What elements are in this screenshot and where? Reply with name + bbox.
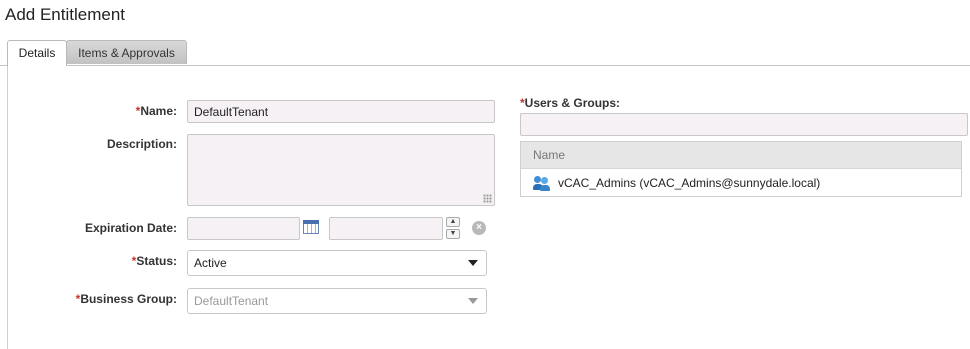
users-groups-label: *Users & Groups: — [520, 96, 620, 110]
users-icon — [533, 175, 550, 191]
spin-up-icon[interactable]: ▲ — [446, 217, 460, 227]
users-groups-label-text: Users & Groups: — [524, 96, 621, 110]
business-group-label-text: Business Group: — [80, 292, 177, 306]
business-group-value: DefaultTenant — [194, 294, 269, 308]
name-field[interactable]: DefaultTenant — [187, 100, 495, 123]
page-title: Add Entitlement — [5, 5, 126, 24]
chevron-down-icon — [468, 298, 478, 304]
tab-details[interactable]: Details — [7, 40, 67, 66]
user-group-name: vCAC_Admins (vCAC_Admins@sunnydale.local… — [558, 176, 821, 190]
description-field[interactable] — [187, 134, 495, 206]
users-groups-search-input[interactable] — [520, 113, 968, 136]
table-row[interactable]: vCAC_Admins (vCAC_Admins@sunnydale.local… — [521, 169, 961, 197]
spin-down-icon[interactable]: ▼ — [446, 229, 460, 239]
chevron-down-icon — [468, 260, 478, 266]
status-value: Active — [194, 256, 227, 270]
description-label: Description: — [106, 137, 177, 151]
column-header-name[interactable]: Name — [521, 142, 961, 169]
name-label-text: Name: — [140, 104, 177, 118]
status-select[interactable]: Active — [187, 250, 487, 276]
name-label: *Name: — [7, 104, 177, 118]
status-label: *Status: — [7, 254, 177, 268]
expiration-date-field[interactable] — [187, 217, 300, 240]
expiration-time-field[interactable] — [329, 217, 443, 240]
users-groups-table: Name vCAC_Admins (vCAC_Admins@sunnydale.… — [520, 141, 962, 197]
tab-items-approvals[interactable]: Items & Approvals — [66, 40, 187, 64]
name-value: DefaultTenant — [194, 104, 269, 119]
resize-grip-icon[interactable] — [483, 194, 492, 203]
status-label-text: Status: — [136, 254, 177, 268]
business-group-label: *Business Group: — [7, 292, 177, 306]
tab-bar: Details Items & Approvals — [0, 40, 970, 66]
calendar-icon[interactable] — [303, 220, 319, 234]
expiration-date-label: Expiration Date: — [84, 221, 177, 235]
business-group-select: DefaultTenant — [187, 288, 487, 314]
clear-icon[interactable]: × — [472, 221, 486, 235]
